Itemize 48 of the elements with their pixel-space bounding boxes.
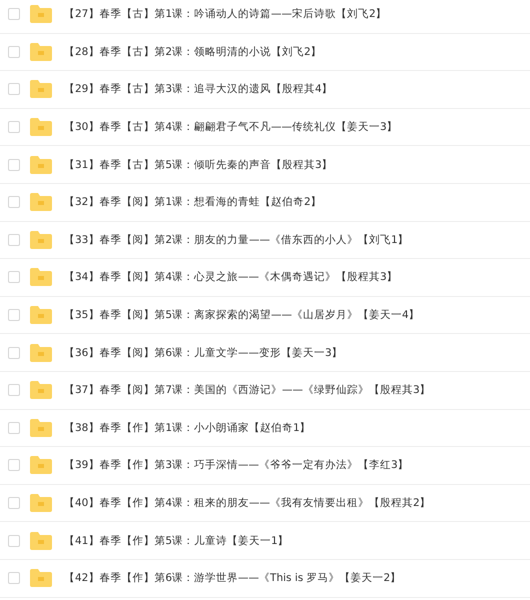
checkbox[interactable] bbox=[8, 459, 20, 472]
checkbox[interactable] bbox=[8, 271, 20, 284]
folder-icon bbox=[30, 344, 52, 362]
file-name[interactable]: 【29】春季【古】第3课：追寻大汉的遗风【殷程其4】 bbox=[64, 82, 333, 96]
file-name[interactable]: 【36】春季【阅】第6课：儿童文学——变形【姜天一3】 bbox=[64, 346, 343, 360]
file-name[interactable]: 【27】春季【古】第1课：吟诵动人的诗篇——宋后诗歌【刘飞2】 bbox=[64, 7, 387, 22]
file-name[interactable]: 【37】春季【阅】第7课：美国的《西游记》——《绿野仙踪》【殷程其3】 bbox=[64, 383, 431, 398]
file-name[interactable]: 【35】春季【阅】第5课：离家探索的渴望——《山居岁月》【姜天一4】 bbox=[64, 308, 420, 322]
folder-icon bbox=[30, 569, 52, 588]
folder-icon bbox=[30, 306, 52, 324]
checkbox[interactable] bbox=[8, 384, 20, 396]
folder-icon bbox=[30, 268, 52, 286]
checkbox[interactable] bbox=[8, 572, 20, 584]
folder-icon bbox=[30, 42, 52, 61]
folder-icon bbox=[30, 118, 52, 136]
file-name[interactable]: 【34】春季【阅】第4课：心灵之旅——《木偶奇遇记》【殷程其3】 bbox=[64, 270, 398, 284]
checkbox[interactable] bbox=[8, 8, 20, 20]
checkbox[interactable] bbox=[8, 309, 20, 322]
folder-icon bbox=[30, 418, 52, 437]
folder-icon bbox=[30, 80, 52, 98]
folder-icon bbox=[30, 156, 52, 174]
folder-icon bbox=[30, 456, 52, 474]
file-name[interactable]: 【41】春季【作】第5课：儿童诗【姜天一1】 bbox=[64, 534, 289, 548]
folder-icon bbox=[30, 230, 52, 249]
file-name[interactable]: 【31】春季【古】第5课：倾听先秦的声音【殷程其3】 bbox=[64, 158, 333, 172]
checkbox[interactable] bbox=[8, 234, 20, 246]
file-name[interactable]: 【40】春季【作】第4课：租来的朋友——《我有友情要出租》【殷程其2】 bbox=[64, 496, 431, 510]
file-name[interactable]: 【28】春季【古】第2课：领略明清的小说【刘飞2】 bbox=[64, 44, 322, 59]
file-name[interactable]: 【39】春季【作】第3课：巧手深情——《爷爷一定有办法》【李红3】 bbox=[64, 458, 409, 472]
checkbox[interactable] bbox=[8, 46, 20, 58]
checkbox[interactable] bbox=[8, 158, 20, 171]
file-name[interactable]: 【30】春季【古】第4课：翩翩君子气不凡——传统礼仪【姜天一3】 bbox=[64, 120, 398, 134]
folder-icon bbox=[30, 381, 52, 400]
folder-icon bbox=[30, 494, 52, 512]
checkbox[interactable] bbox=[8, 83, 20, 96]
checkbox[interactable] bbox=[8, 497, 20, 510]
checkbox[interactable] bbox=[8, 121, 20, 134]
file-name[interactable]: 【42】春季【作】第6课：游学世界——《This is 罗马》【姜天一2】 bbox=[64, 571, 402, 586]
folder-icon bbox=[30, 193, 52, 212]
file-name[interactable]: 【38】春季【作】第1课：小小朗诵家【赵伯奇1】 bbox=[64, 420, 311, 435]
file-name[interactable]: 【32】春季【阅】第1课：想看海的青蛙【赵伯奇2】 bbox=[64, 195, 322, 210]
file-name[interactable]: 【33】春季【阅】第2课：朋友的力量——《借东西的小人》【刘飞1】 bbox=[64, 232, 409, 247]
folder-icon bbox=[30, 5, 52, 24]
checkbox[interactable] bbox=[8, 346, 20, 359]
checkbox[interactable] bbox=[8, 196, 20, 208]
checkbox[interactable] bbox=[8, 422, 20, 434]
folder-icon bbox=[30, 532, 52, 550]
checkbox[interactable] bbox=[8, 534, 20, 547]
